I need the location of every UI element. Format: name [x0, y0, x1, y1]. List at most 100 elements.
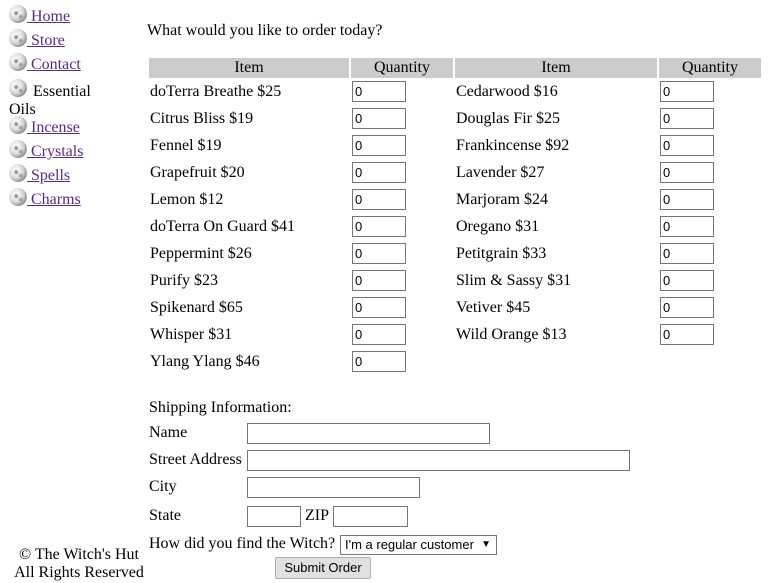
moon-icon — [9, 53, 27, 71]
item-cell: Slim & Sassy $31 — [456, 271, 572, 289]
item-cell: Purify $23 — [150, 271, 218, 289]
item-cell: Cedarwood $16 — [456, 82, 558, 100]
sidebar-item-essential-oils: Essential Oils — [9, 79, 139, 118]
item-cell: Douglas Fir $25 — [456, 109, 560, 127]
state-field[interactable] — [247, 506, 301, 527]
quantity-input[interactable] — [352, 270, 406, 291]
zip-label: ZIP — [305, 507, 329, 524]
name-label: Name — [149, 424, 188, 441]
quantity-cell — [351, 186, 453, 213]
item-cell: doTerra Breathe $25 — [150, 82, 282, 100]
item-cell: doTerra On Guard $41 — [150, 217, 296, 235]
quantity-input[interactable] — [660, 324, 714, 345]
moon-icon — [9, 188, 27, 206]
sidebar-nav: Home Store Contact Essential Oils Incens… — [9, 4, 139, 211]
sidebar-item-charms[interactable]: Charms — [9, 187, 139, 211]
table-row: Purify $23 Slim & Sassy $31 — [149, 267, 761, 294]
item-cell: Ylang Ylang $46 — [150, 352, 260, 370]
quantity-cell — [659, 132, 761, 159]
charms-link[interactable]: Charms — [27, 187, 81, 213]
quantity-cell — [659, 267, 761, 294]
quantity-input[interactable] — [352, 162, 406, 183]
quantity-cell — [659, 186, 761, 213]
quantity-input[interactable] — [352, 189, 406, 210]
table-header-row: Item Quantity Item Quantity — [149, 58, 761, 78]
quantity-cell — [659, 240, 761, 267]
page-prompt: What would you like to order today? — [147, 22, 383, 39]
table-row: Grapefruit $20 Lavender $27 — [149, 159, 761, 186]
quantity-input[interactable] — [660, 243, 714, 264]
item-cell: Lemon $12 — [150, 190, 224, 208]
quantity-cell — [659, 321, 761, 348]
table-row: Lemon $12 Marjoram $24 — [149, 186, 761, 213]
sidebar-item-contact[interactable]: Contact — [9, 52, 139, 76]
rights-text: All Rights Reserved — [14, 564, 144, 581]
quantity-cell — [659, 105, 761, 132]
quantity-cell — [659, 159, 761, 186]
zip-field[interactable] — [333, 506, 408, 527]
moon-icon — [9, 164, 27, 182]
quantity-input[interactable] — [660, 216, 714, 237]
table-row: Fennel $19 Frankincense $92 — [149, 132, 761, 159]
sidebar-item-home[interactable]: Home — [9, 4, 139, 28]
shipping-heading: Shipping Information: — [149, 399, 292, 416]
item-cell: Oregano $31 — [456, 217, 540, 235]
sidebar-item-crystals[interactable]: Crystals — [9, 139, 139, 163]
found-witch-label: How did you find the Witch? — [149, 535, 336, 552]
dropdown-arrow-icon: ▼ — [481, 539, 491, 550]
quantity-input[interactable] — [660, 270, 714, 291]
quantity-input[interactable] — [352, 243, 406, 264]
item-cell — [455, 348, 657, 375]
quantity-cell — [659, 348, 761, 375]
moon-icon — [9, 29, 27, 47]
name-field[interactable] — [247, 423, 490, 444]
found-witch-selected: I'm a regular customer — [345, 537, 474, 552]
quantity-input[interactable] — [660, 81, 714, 102]
found-witch-select[interactable]: I'm a regular customer ▼ — [340, 535, 497, 555]
quantity-input[interactable] — [352, 108, 406, 129]
quantity-input[interactable] — [660, 108, 714, 129]
quantity-cell — [351, 294, 453, 321]
item-cell: Wild Orange $13 — [456, 325, 567, 343]
footer: © The Witch's Hut All Rights Reserved — [9, 546, 149, 582]
column-header: Item — [149, 58, 349, 78]
state-label: State — [149, 507, 181, 524]
street-address-label: Street Address — [149, 451, 242, 468]
item-cell: Petitgrain $33 — [456, 244, 547, 262]
moon-icon — [9, 5, 27, 23]
quantity-input[interactable] — [352, 81, 406, 102]
quantity-cell — [351, 321, 453, 348]
quantity-input[interactable] — [352, 324, 406, 345]
quantity-cell — [659, 294, 761, 321]
table-row: Whisper $31 Wild Orange $13 — [149, 321, 761, 348]
quantity-cell — [351, 105, 453, 132]
quantity-input[interactable] — [660, 162, 714, 183]
contact-link[interactable]: Contact — [27, 52, 81, 78]
column-header: Item — [455, 58, 657, 78]
current-page-label: Essential Oils — [9, 83, 91, 118]
city-field[interactable] — [247, 477, 420, 498]
item-cell: Peppermint $26 — [150, 244, 252, 262]
quantity-input[interactable] — [660, 297, 714, 318]
city-label: City — [149, 478, 177, 495]
quantity-input[interactable] — [352, 216, 406, 237]
home-link[interactable]: Home — [27, 4, 70, 30]
item-cell: Grapefruit $20 — [150, 163, 245, 181]
item-cell: Lavender $27 — [456, 163, 545, 181]
spells-link[interactable]: Spells — [27, 163, 70, 189]
crystals-link[interactable]: Crystals — [27, 139, 83, 165]
column-header: Quantity — [351, 58, 453, 78]
sidebar-item-spells[interactable]: Spells — [9, 163, 139, 187]
street-address-field[interactable] — [247, 450, 630, 471]
quantity-input[interactable] — [660, 135, 714, 156]
quantity-input[interactable] — [352, 351, 406, 372]
quantity-input[interactable] — [352, 135, 406, 156]
quantity-input[interactable] — [660, 189, 714, 210]
submit-order-button[interactable]: Submit Order — [275, 557, 371, 579]
quantity-input[interactable] — [352, 297, 406, 318]
sidebar-item-store[interactable]: Store — [9, 28, 139, 52]
item-cell: Citrus Bliss $19 — [150, 109, 254, 127]
order-table-body: doTerra Breathe $25 Cedarwood $16 Citrus B… — [149, 78, 761, 375]
item-cell: Fennel $19 — [150, 136, 222, 154]
store-link[interactable]: Store — [27, 28, 65, 54]
